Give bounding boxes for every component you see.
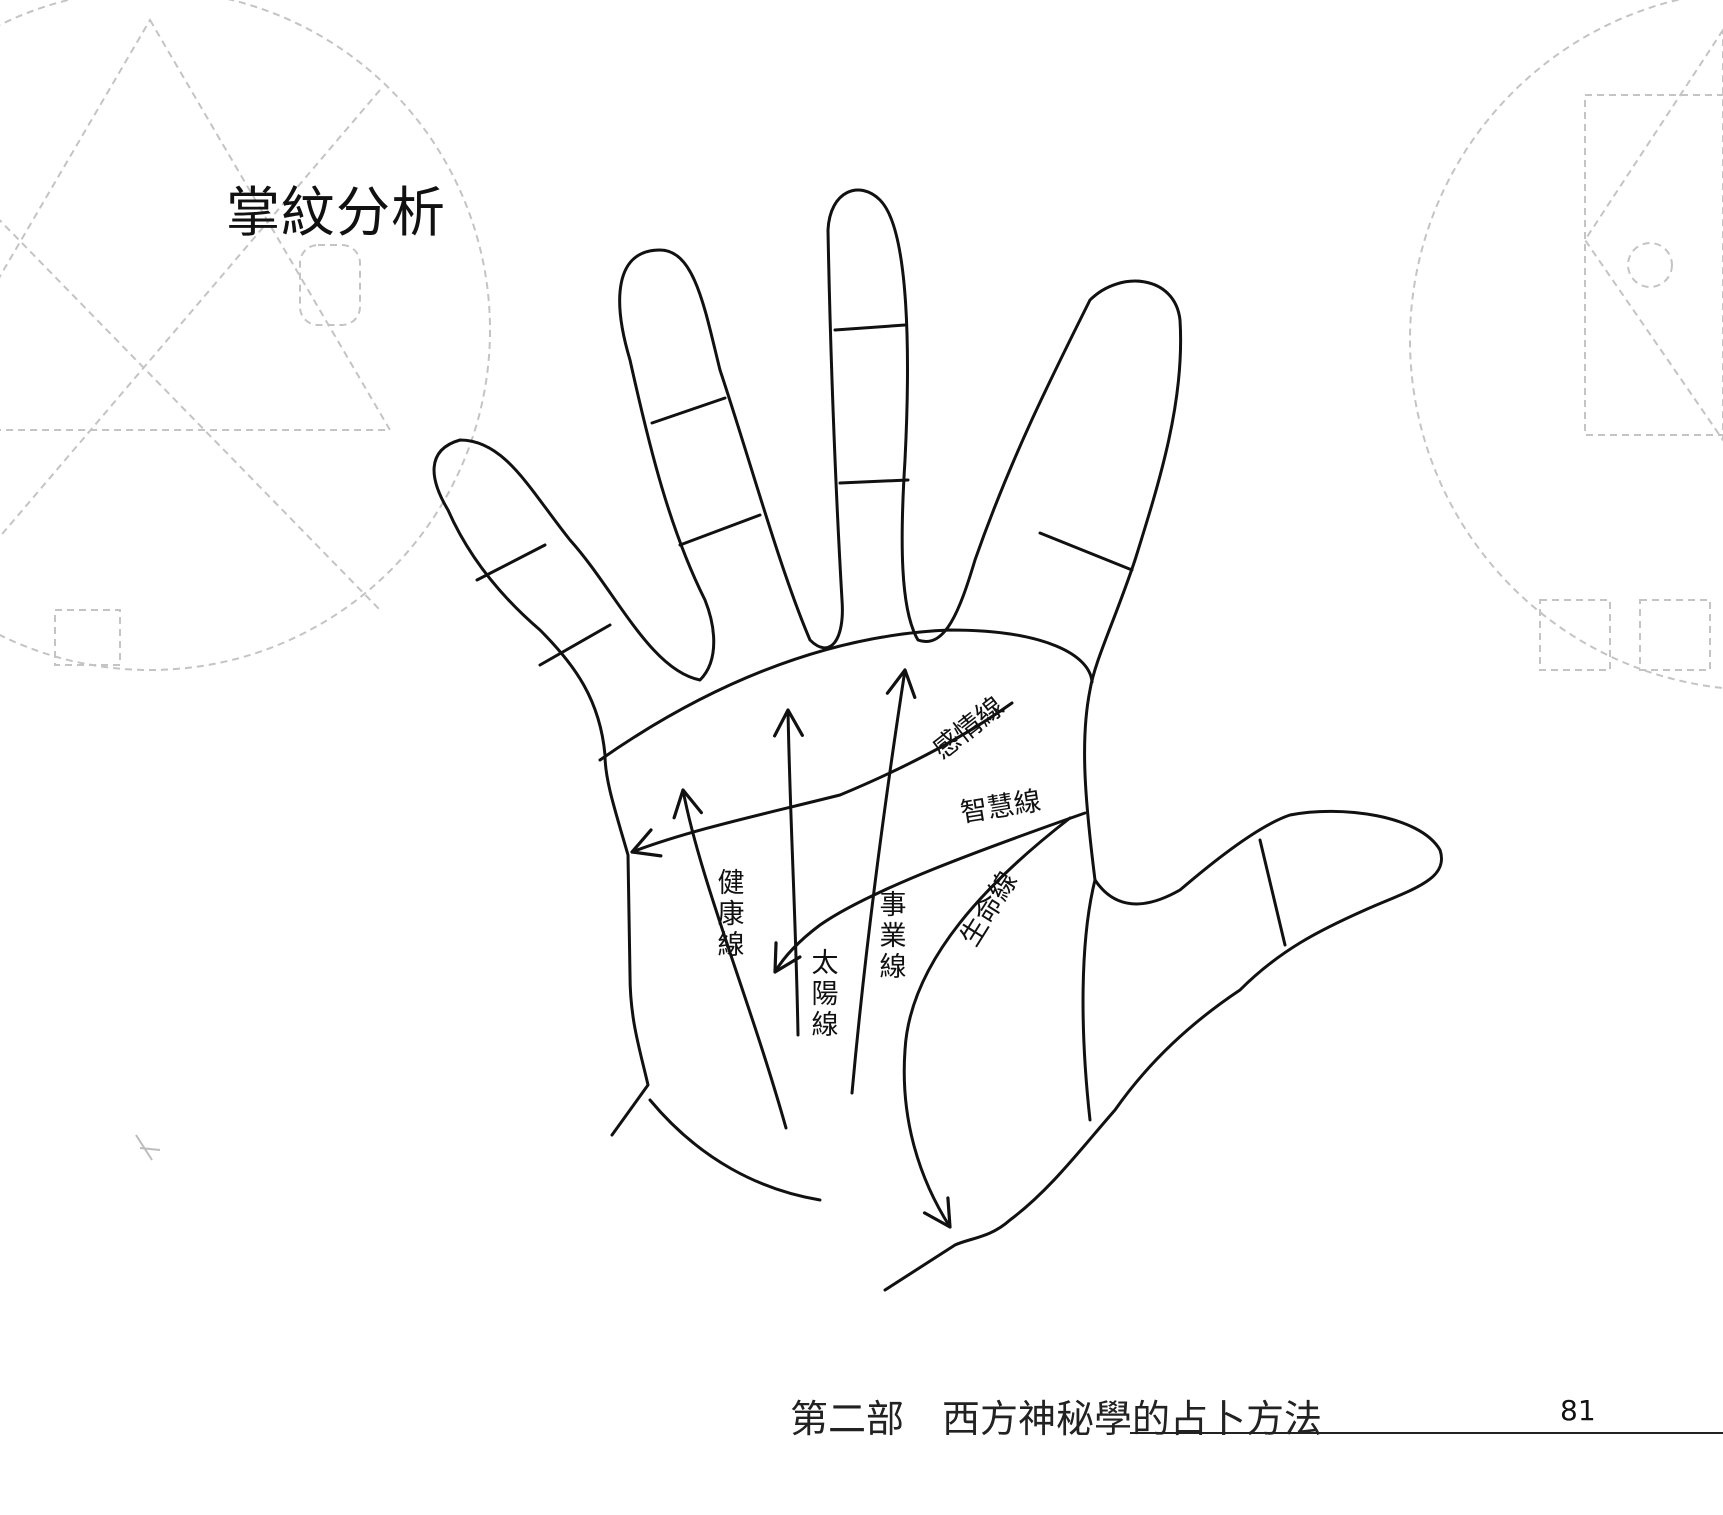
chapter-footer: 第二部 西方神秘學的占卜方法 xyxy=(790,1397,1323,1441)
heart-line-label: 感情線 xyxy=(927,691,1010,765)
finger-base-arc xyxy=(598,628,1094,762)
footer-rule xyxy=(1130,1432,1723,1434)
ring-finger-crease-2 xyxy=(678,513,762,547)
fate-line-label: 事業線 xyxy=(875,890,907,983)
page-number: 81 xyxy=(1560,1394,1596,1427)
middle-finger-crease-1 xyxy=(833,323,907,332)
page-title: 掌紋分析 xyxy=(226,181,446,244)
sun-line xyxy=(773,708,804,1037)
index-finger-crease xyxy=(1038,531,1134,572)
thumb-mount-line xyxy=(1081,878,1097,1122)
middle-finger-crease-2 xyxy=(838,478,910,485)
thumb-crease xyxy=(1258,838,1287,947)
little-finger-crease-1 xyxy=(475,543,547,582)
fate-line xyxy=(850,668,917,1095)
life-line-label: 生命線 xyxy=(955,867,1024,952)
head-line-label: 智慧線 xyxy=(958,786,1043,829)
little-finger-crease-2 xyxy=(538,623,612,667)
page: 感情線 智慧線 健康線 太陽線 事業線 生命線 掌紋分析 第二部 西方神秘學的占… xyxy=(0,0,1723,1515)
ring-finger-crease-1 xyxy=(650,396,727,425)
health-line-label: 健康線 xyxy=(713,868,745,961)
life-line xyxy=(902,816,1072,1229)
palm-lower-contour xyxy=(648,1098,822,1202)
sun-line-label: 太陽線 xyxy=(807,948,839,1041)
